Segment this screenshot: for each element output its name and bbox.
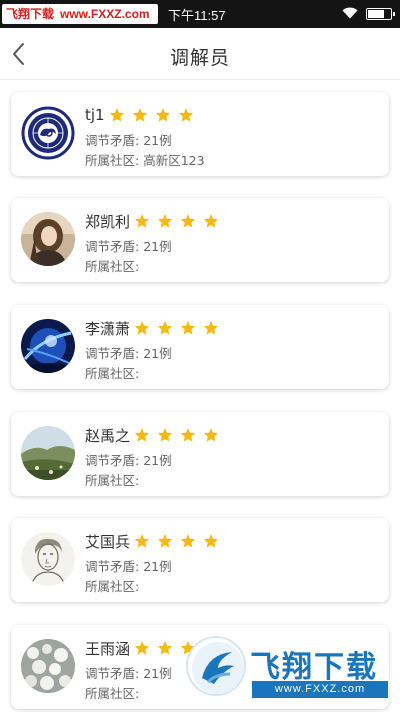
star-icon [203, 321, 219, 335]
mediation-count-line: 调节矛盾: 21例 [85, 556, 172, 575]
app-header: 调解员 [0, 28, 400, 80]
community-line: 所属社区: [85, 363, 139, 382]
wifi-icon [342, 7, 358, 19]
mediation-count-line: 调节矛盾: 21例 [85, 130, 172, 149]
star-icon [203, 214, 219, 228]
watermark-url-bottom: www.FXXZ.com [252, 681, 388, 698]
avatar [21, 212, 75, 266]
blue-abstract-avatar-icon [21, 319, 75, 373]
mediation-count-line: 调节矛盾: 21例 [85, 663, 172, 682]
community-line: 所属社区: [85, 470, 139, 489]
watermark-url: www.FXXZ.com [60, 7, 150, 21]
status-bar: 飞翔下载 www.FXXZ.com 下午11:57 [0, 0, 400, 28]
mediation-count: 21例 [143, 453, 172, 468]
star-icon [134, 321, 150, 335]
star-icon [180, 534, 196, 548]
star-icon [134, 428, 150, 442]
star-icon [109, 108, 124, 122]
mediation-count-line: 调节矛盾: 21例 [85, 343, 172, 362]
watermark-title: 飞翔下载 [250, 650, 378, 685]
mediation-label: 调节矛盾: [85, 239, 144, 254]
community-value: 高新区123 [143, 153, 205, 168]
star-icon [157, 641, 173, 655]
mediator-card[interactable]: 郑凯利 调节矛盾: 21例 所属社区: [11, 198, 389, 282]
girl-photo-avatar-icon [21, 212, 75, 266]
star-icon [203, 428, 219, 442]
star-icon [157, 321, 173, 335]
name-row: tj1 [85, 104, 201, 126]
avatar [21, 106, 75, 160]
star-rating [134, 533, 226, 549]
star-icon [134, 641, 150, 655]
name-row: 赵禹之 [85, 424, 226, 446]
mediation-count: 21例 [143, 239, 172, 254]
status-time: 下午11:57 [168, 8, 226, 23]
mediation-count-line: 调节矛盾: 21例 [85, 450, 172, 469]
star-icon [203, 534, 219, 548]
mediator-name: 郑凯利 [85, 212, 131, 231]
mediation-label: 调节矛盾: [85, 133, 144, 148]
mediation-count: 21例 [143, 346, 172, 361]
avatar [21, 639, 75, 693]
star-rating [134, 213, 226, 229]
sketch-portrait-avatar-icon [21, 532, 75, 586]
logo-avatar-icon [21, 106, 75, 160]
community-label: 所属社区: [85, 366, 140, 381]
community-label: 所属社区: [85, 686, 140, 701]
mediator-card[interactable]: 艾国兵 调节矛盾: 21例 所属社区: [11, 518, 389, 602]
star-icon [180, 428, 196, 442]
star-icon [134, 214, 150, 228]
avatar [21, 532, 75, 586]
avatar [21, 426, 75, 480]
mediator-name: 李潇萧 [85, 319, 131, 338]
star-icon [180, 214, 196, 228]
mediator-name: tj1 [85, 106, 105, 124]
community-label: 所属社区: [85, 579, 140, 594]
landscape-avatar-icon [21, 426, 75, 480]
community-line: 所属社区: [85, 576, 139, 595]
community-label: 所属社区: [85, 153, 144, 168]
star-icon [157, 534, 173, 548]
mediator-name: 艾国兵 [85, 532, 131, 551]
community-line: 所属社区: [85, 256, 139, 275]
mediation-count: 21例 [143, 559, 172, 574]
star-icon [134, 534, 150, 548]
avatar [21, 319, 75, 373]
mediator-card[interactable]: tj1 调节矛盾: 21例 所属社区: 高新区123 [11, 92, 389, 176]
mediation-count: 21例 [143, 133, 172, 148]
star-rating [109, 107, 201, 123]
star-icon [155, 108, 170, 122]
community-label: 所属社区: [85, 473, 140, 488]
star-icon [178, 108, 193, 122]
community-line: 所属社区: 高新区123 [85, 150, 205, 169]
mediator-list: tj1 调节矛盾: 21例 所属社区: 高新区123 郑凯利 调节矛盾: 21例… [0, 80, 400, 712]
mediation-count: 21例 [143, 666, 172, 681]
star-icon [180, 321, 196, 335]
watermark-site-name: 飞翔下载 [6, 7, 55, 21]
watermark-banner: 飞翔下载 www.FXXZ.com [2, 4, 158, 24]
mediation-label: 调节矛盾: [85, 346, 144, 361]
mediation-label: 调节矛盾: [85, 666, 144, 681]
battery-icon [366, 8, 395, 20]
star-icon [157, 428, 173, 442]
mediator-card[interactable]: 赵禹之 调节矛盾: 21例 所属社区: [11, 412, 389, 496]
star-icon [157, 214, 173, 228]
flowers-avatar-icon [21, 639, 75, 693]
star-rating [134, 320, 226, 336]
mediator-card[interactable]: 李潇萧 调节矛盾: 21例 所属社区: [11, 305, 389, 389]
watermark-logo-icon [186, 636, 246, 696]
mediation-label: 调节矛盾: [85, 559, 144, 574]
star-rating [134, 427, 226, 443]
name-row: 李潇萧 [85, 317, 226, 339]
mediation-count-line: 调节矛盾: 21例 [85, 236, 172, 255]
mediator-name: 王雨涵 [85, 639, 131, 658]
community-line: 所属社区: [85, 683, 139, 702]
page-title: 调解员 [169, 47, 230, 69]
name-row: 郑凯利 [85, 210, 226, 232]
mediation-label: 调节矛盾: [85, 453, 144, 468]
star-icon [132, 108, 147, 122]
community-label: 所属社区: [85, 259, 140, 274]
mediator-name: 赵禹之 [85, 426, 131, 445]
name-row: 艾国兵 [85, 530, 226, 552]
